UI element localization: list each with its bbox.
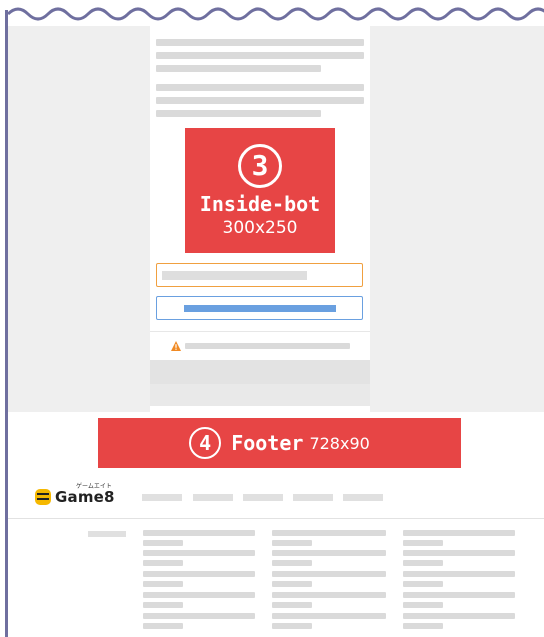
ad-size: 300x250 — [222, 217, 298, 238]
text-line — [156, 84, 364, 91]
nav-item[interactable] — [343, 494, 383, 501]
text-line — [156, 65, 321, 72]
footer-link[interactable] — [403, 540, 443, 546]
header-divider — [8, 518, 544, 519]
submit-button[interactable] — [156, 296, 363, 320]
warning-icon — [171, 341, 181, 351]
ad-number-badge: 4 — [189, 427, 222, 459]
footer-link[interactable] — [272, 530, 386, 536]
wavy-border — [6, 7, 544, 21]
footer-link[interactable] — [143, 560, 183, 566]
footer-link[interactable] — [403, 581, 443, 587]
nav-item[interactable] — [193, 494, 233, 501]
comment-input[interactable] — [156, 263, 363, 287]
footer-link[interactable] — [403, 592, 515, 598]
nav-item[interactable] — [293, 494, 333, 501]
footer-link[interactable] — [143, 571, 255, 577]
inside-bot-ad[interactable]: 3 Inside-bot 300x250 — [185, 128, 335, 253]
footer-link[interactable] — [272, 613, 386, 619]
footer-link[interactable] — [403, 560, 443, 566]
footer-link-column — [143, 530, 255, 635]
article-column: 3 Inside-bot 300x250 — [150, 26, 370, 412]
text-line — [156, 52, 364, 59]
divider — [150, 331, 370, 332]
footer-link[interactable] — [272, 623, 312, 629]
footer-link[interactable] — [143, 592, 255, 598]
ad-title: Footer — [231, 431, 304, 455]
footer-link[interactable] — [143, 602, 183, 608]
text-line — [156, 39, 364, 46]
footer-link[interactable] — [143, 613, 255, 619]
warning-text-line — [185, 343, 350, 349]
placeholder-block — [150, 384, 370, 406]
ad-number-badge: 3 — [238, 143, 282, 188]
text-line — [156, 97, 364, 104]
button-label-bar — [184, 305, 336, 312]
nav-item[interactable] — [142, 494, 182, 501]
footer-link[interactable] — [143, 623, 183, 629]
footer-heading — [88, 531, 126, 537]
logo-kana: ゲームエイト — [76, 483, 112, 490]
nav-item[interactable] — [243, 494, 283, 501]
footer-link[interactable] — [403, 550, 515, 556]
footer-link[interactable] — [272, 560, 312, 566]
ad-size: 728x90 — [309, 433, 370, 453]
footer-link[interactable] — [272, 540, 312, 546]
footer-link[interactable] — [272, 592, 386, 598]
footer-link[interactable] — [272, 581, 312, 587]
footer-link-column — [403, 530, 515, 635]
footer-link[interactable] — [272, 550, 386, 556]
input-placeholder-bar — [162, 271, 307, 280]
footer-link[interactable] — [403, 602, 443, 608]
game8-logo-icon — [35, 488, 51, 505]
footer-link[interactable] — [272, 571, 386, 577]
placeholder-block — [150, 360, 370, 384]
footer-link[interactable] — [143, 550, 255, 556]
footer-link[interactable] — [403, 530, 515, 536]
footer-link[interactable] — [143, 540, 183, 546]
footer-link[interactable] — [403, 613, 515, 619]
footer-link[interactable] — [272, 602, 312, 608]
footer-link-column — [272, 530, 386, 635]
footer-ad[interactable]: 4 Footer 728x90 — [98, 418, 461, 468]
logo-text: Game8 — [55, 488, 115, 506]
ad-title: Inside-bot — [199, 191, 321, 216]
footer-link[interactable] — [143, 581, 183, 587]
footer-link[interactable] — [403, 623, 443, 629]
footer-link[interactable] — [143, 530, 255, 536]
game8-logo[interactable]: ゲームエイト Game8 — [33, 483, 115, 506]
footer-link[interactable] — [403, 571, 515, 577]
text-line — [156, 110, 321, 117]
